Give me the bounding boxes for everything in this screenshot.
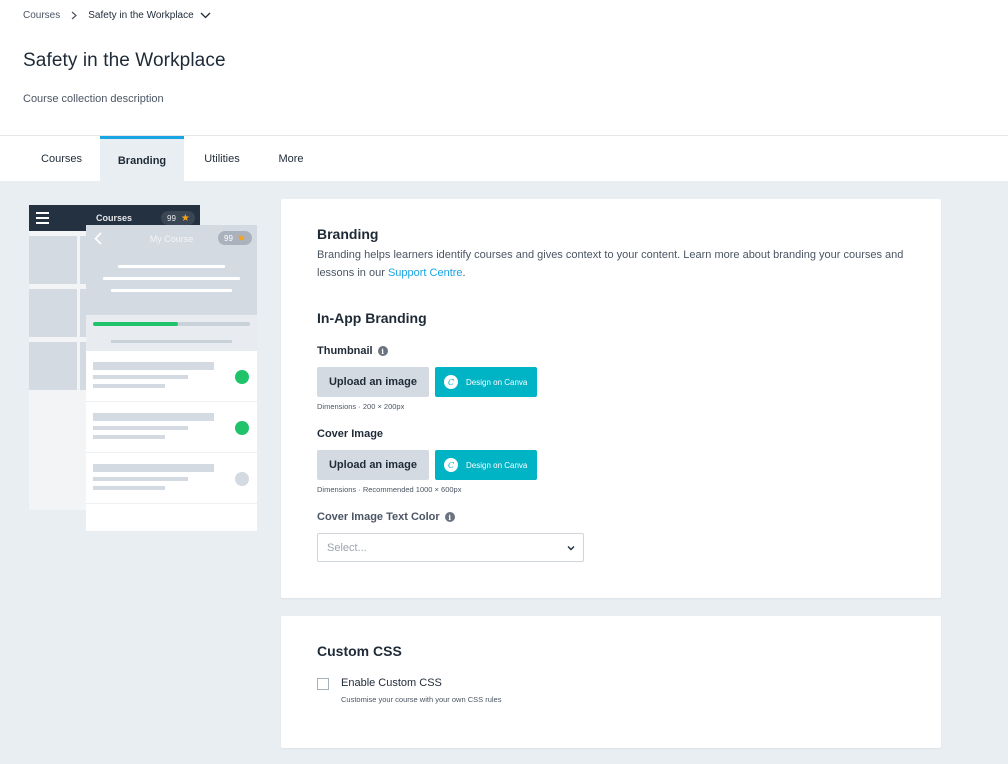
preview-lesson-row — [86, 454, 257, 504]
select-placeholder: Select... — [327, 541, 367, 554]
cover-dimensions-hint: Dimensions · Recommended 1000 × 600px — [317, 485, 462, 494]
preview-progress-area — [86, 315, 257, 351]
page-title: Safety in the Workplace — [23, 50, 226, 71]
cover-image-label: Cover Image — [317, 428, 383, 440]
star-icon: ★ — [236, 232, 246, 244]
chevron-down-icon[interactable] — [200, 9, 212, 21]
preview-progress-fill — [93, 322, 178, 326]
breadcrumb-courses-link[interactable]: Courses — [23, 10, 60, 21]
branding-heading: Branding — [317, 226, 379, 242]
page-description: Course collection description — [23, 93, 164, 105]
preview-front-screen: My Course 99 ★ — [86, 225, 257, 531]
cover-text-color-label-text: Cover Image Text Color — [317, 511, 440, 523]
tab-branding[interactable]: Branding — [100, 136, 184, 182]
hamburger-icon — [36, 212, 49, 224]
lesson-status-dot — [235, 370, 249, 384]
thumbnail-canva-label: Design on Canva — [466, 377, 528, 387]
cover-canva-button[interactable]: C Design on Canva — [435, 450, 537, 480]
cover-canva-label: Design on Canva — [466, 460, 528, 470]
chevron-down-icon — [567, 546, 575, 551]
cover-text-color-label: Cover Image Text Color i — [317, 511, 455, 523]
lesson-status-dot — [235, 472, 249, 486]
cover-image-label-text: Cover Image — [317, 428, 384, 440]
preview-back-badge: 99 ★ — [161, 211, 195, 225]
thumbnail-canva-button[interactable]: C Design on Canva — [435, 367, 537, 397]
preview-progress-track — [93, 322, 250, 326]
in-app-branding-heading: In-App Branding — [317, 310, 427, 326]
preview-back-count: 99 — [167, 213, 176, 223]
cover-text-color-select[interactable]: Select... — [317, 533, 584, 562]
info-icon[interactable]: i — [377, 346, 388, 356]
preview-cover-line — [111, 289, 232, 292]
cover-upload-button[interactable]: Upload an image — [317, 450, 429, 480]
preview-lesson-row — [86, 352, 257, 402]
preview-back-tile — [29, 236, 77, 284]
page-header: Courses Safety in the Workplace Safety i… — [0, 0, 1008, 136]
tab-bar: Courses Branding Utilities More — [0, 135, 1008, 182]
preview-progress-caption — [111, 340, 232, 343]
lesson-status-dot — [235, 421, 249, 435]
preview-back-title: Courses — [96, 213, 133, 223]
branding-intro-end: . — [462, 267, 466, 279]
custom-css-heading: Custom CSS — [317, 643, 402, 659]
tab-utilities[interactable]: Utilities — [184, 136, 260, 182]
tab-courses[interactable]: Courses — [23, 136, 100, 182]
preview-front-badge: 99 ★ — [218, 231, 252, 245]
breadcrumb-current: Safety in the Workplace — [88, 9, 194, 21]
thumbnail-label-text: Thumbnail — [317, 345, 373, 357]
star-icon: ★ — [180, 212, 190, 224]
enable-custom-css-label[interactable]: Enable Custom CSS — [341, 677, 442, 689]
info-icon[interactable]: i — [444, 512, 455, 522]
preview-cover: My Course 99 ★ — [86, 225, 257, 315]
branding-card: Branding Branding helps learners identif… — [281, 199, 941, 598]
custom-css-card: Custom CSS Enable Custom CSS Customise y… — [281, 616, 941, 748]
breadcrumb: Courses Safety in the Workplace — [23, 9, 212, 21]
support-centre-link[interactable]: Support Centre — [388, 267, 463, 279]
preview-cover-line — [103, 277, 240, 280]
canva-logo-icon: C — [444, 375, 458, 389]
preview-lesson-row — [86, 403, 257, 453]
preview-front-count: 99 — [224, 233, 233, 243]
enable-custom-css-checkbox[interactable] — [317, 678, 329, 690]
tab-more[interactable]: More — [260, 136, 322, 182]
canva-logo-icon: C — [444, 458, 458, 472]
preview-back-tile — [29, 289, 77, 337]
preview-cover-line — [118, 265, 225, 268]
chevron-right-icon — [69, 9, 79, 21]
thumbnail-dimensions-hint: Dimensions · 200 × 200px — [317, 402, 405, 411]
enable-custom-css-help: Customise your course with your own CSS … — [341, 695, 502, 704]
preview-back-tile — [29, 342, 77, 390]
branding-intro: Branding helps learners identify courses… — [317, 246, 917, 282]
thumbnail-label: Thumbnail i — [317, 345, 388, 357]
branding-preview-illustration: Courses 99 ★ My Course 99 ★ — [29, 205, 259, 535]
thumbnail-upload-button[interactable]: Upload an image — [317, 367, 429, 397]
